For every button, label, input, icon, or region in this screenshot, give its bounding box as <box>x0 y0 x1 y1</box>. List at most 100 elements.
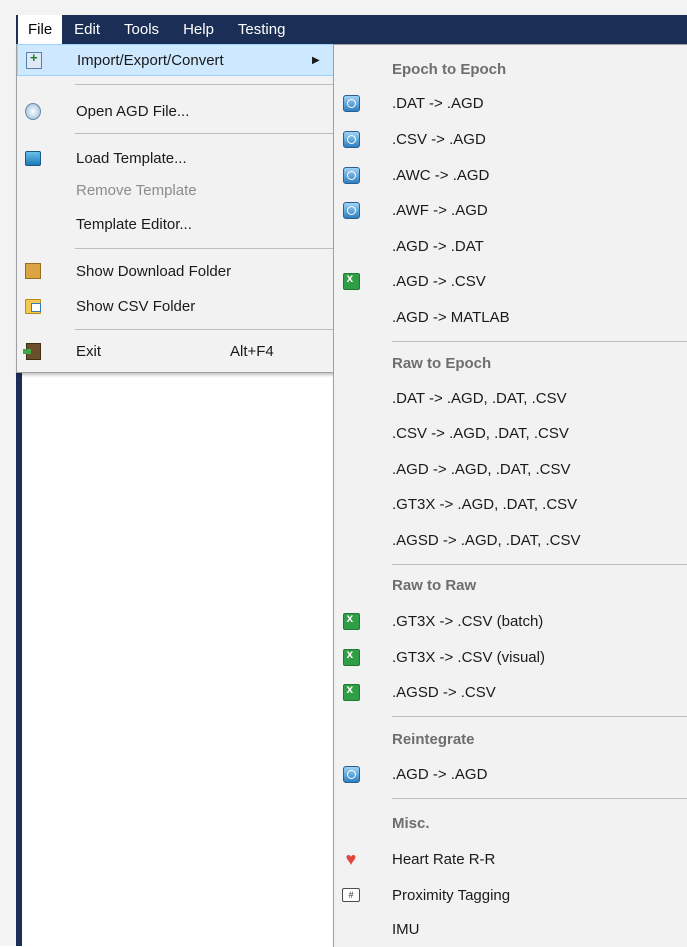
menu-testing[interactable]: Testing <box>226 15 298 44</box>
submenu-separator <box>392 564 687 565</box>
submenu-header-label: Raw to Raw <box>392 576 477 594</box>
submenu-item-label: .DAT -> .AGD, .DAT, .CSV <box>392 389 567 407</box>
submenu-item-agd-to-matlab[interactable]: .AGD -> MATLAB <box>334 301 687 333</box>
menu-item-template-editor[interactable]: Template Editor... <box>17 208 334 240</box>
template-icon <box>25 150 41 166</box>
menu-item-label: Template Editor... <box>76 215 192 233</box>
submenu-header-label: Epoch to Epoch <box>392 60 507 78</box>
submenu-item-label: .AGD -> .AGD <box>392 765 488 783</box>
heart-icon: ♥ <box>345 849 357 869</box>
exit-icon <box>22 342 41 360</box>
menu-help[interactable]: Help <box>171 15 226 44</box>
submenu-item-label: .CSV -> .AGD <box>392 130 486 148</box>
submenu-item-label: .AGD -> MATLAB <box>392 308 510 326</box>
menu-item-label: Exit <box>76 342 102 360</box>
menu-item-show-csv-folder[interactable]: Show CSV Folder <box>17 290 334 322</box>
menu-item-label: Remove Template <box>76 181 197 199</box>
globe-icon <box>342 765 360 783</box>
excel-icon <box>342 271 360 290</box>
menu-item-show-download-folder[interactable]: Show Download Folder <box>17 255 334 287</box>
import-export-submenu: Epoch to Epoch .DAT -> .AGD .CSV -> .AGD… <box>333 44 687 947</box>
submenu-item-heart-rate[interactable]: ♥ Heart Rate R-R <box>334 843 687 875</box>
submenu-header-epoch-to-epoch: Epoch to Epoch <box>334 53 687 85</box>
menu-item-label: Open AGD File... <box>76 102 190 120</box>
submenu-item-gt3x-csv-batch[interactable]: .GT3X -> .CSV (batch) <box>334 605 687 637</box>
submenu-item-label: .AGSD -> .AGD, .DAT, .CSV <box>392 531 581 549</box>
submenu-separator <box>392 341 687 342</box>
submenu-item-awc-to-agd[interactable]: .AWC -> .AGD <box>334 159 687 191</box>
menu-item-label: Show Download Folder <box>76 262 232 280</box>
submenu-item-dat-raw-to-epoch[interactable]: .DAT -> .AGD, .DAT, .CSV <box>334 382 687 414</box>
globe-icon <box>342 94 360 112</box>
submenu-item-label: Proximity Tagging <box>392 886 511 904</box>
import-icon <box>26 50 42 69</box>
submenu-item-agd-to-dat[interactable]: .AGD -> .DAT <box>334 230 687 262</box>
submenu-item-dat-to-agd[interactable]: .DAT -> .AGD <box>334 87 687 119</box>
submenu-header-label: Reintegrate <box>392 730 475 748</box>
menu-item-load-template[interactable]: Load Template... <box>17 142 334 174</box>
submenu-header-raw-to-raw: Raw to Raw <box>334 569 687 601</box>
menu-separator <box>75 133 333 134</box>
menu-edit[interactable]: Edit <box>62 15 112 44</box>
submenu-separator <box>392 716 687 717</box>
submenu-item-label: .AGD -> .CSV <box>392 272 486 290</box>
magnifier-icon <box>25 102 41 120</box>
submenu-header-label: Misc. <box>392 814 430 832</box>
submenu-item-label: .AWF -> .AGD <box>392 201 488 219</box>
submenu-item-csv-to-agd[interactable]: .CSV -> .AGD <box>334 123 687 155</box>
menu-item-shortcut: Alt+F4 <box>230 342 274 360</box>
submenu-item-gt3x-raw-to-epoch[interactable]: .GT3X -> .AGD, .DAT, .CSV <box>334 488 687 520</box>
submenu-header-label: Raw to Epoch <box>392 354 492 372</box>
client-area <box>22 370 342 946</box>
globe-icon <box>342 166 360 184</box>
submenu-item-label: .AGD -> .AGD, .DAT, .CSV <box>392 460 571 478</box>
submenu-item-proximity-tagging[interactable]: # Proximity Tagging <box>334 879 687 911</box>
file-menu-dropdown: Import/Export/Convert ▶ Open AGD File...… <box>16 44 335 373</box>
menu-tools[interactable]: Tools <box>112 15 171 44</box>
menu-separator <box>75 248 333 249</box>
menu-item-label: Import/Export/Convert <box>77 51 224 69</box>
app-window: File Edit Tools Help Testing Import/Expo… <box>0 0 687 947</box>
submenu-item-label: .DAT -> .AGD <box>392 94 484 112</box>
excel-icon <box>342 647 360 666</box>
submenu-arrow-icon: ▶ <box>312 54 320 66</box>
menu-separator <box>75 84 333 85</box>
submenu-separator <box>392 798 687 799</box>
submenu-item-imu[interactable]: IMU <box>334 913 687 945</box>
menu-item-exit[interactable]: Exit Alt+F4 <box>17 335 334 367</box>
menu-item-label: Show CSV Folder <box>76 297 196 315</box>
submenu-header-reintegrate: Reintegrate <box>334 723 687 755</box>
submenu-item-label: .AWC -> .AGD <box>392 166 490 184</box>
submenu-item-awf-to-agd[interactable]: .AWF -> .AGD <box>334 194 687 226</box>
box-icon <box>25 263 41 279</box>
submenu-item-label: IMU <box>392 920 420 938</box>
menu-item-import-export-convert[interactable]: Import/Export/Convert ▶ <box>17 44 334 76</box>
submenu-item-label: .AGD -> .DAT <box>392 237 484 255</box>
submenu-item-label: .GT3X -> .CSV (visual) <box>392 648 545 666</box>
submenu-item-label: .GT3X -> .AGD, .DAT, .CSV <box>392 495 578 513</box>
submenu-header-raw-to-epoch: Raw to Epoch <box>334 347 687 379</box>
menu-item-remove-template: Remove Template <box>17 174 334 206</box>
submenu-item-agd-raw-to-epoch[interactable]: .AGD -> .AGD, .DAT, .CSV <box>334 453 687 485</box>
submenu-item-label: .GT3X -> .CSV (batch) <box>392 612 544 630</box>
submenu-item-agsd-raw-to-epoch[interactable]: .AGSD -> .AGD, .DAT, .CSV <box>334 524 687 556</box>
submenu-item-gt3x-csv-visual[interactable]: .GT3X -> .CSV (visual) <box>334 641 687 673</box>
menu-file[interactable]: File <box>18 15 63 44</box>
excel-icon <box>342 611 360 630</box>
submenu-item-agd-to-csv[interactable]: .AGD -> .CSV <box>334 265 687 297</box>
menu-separator <box>75 329 333 330</box>
globe-icon <box>342 130 360 148</box>
submenu-item-label: .AGSD -> .CSV <box>392 683 496 701</box>
submenu-item-agd-reintegrate[interactable]: .AGD -> .AGD <box>334 758 687 790</box>
tag-icon: # <box>342 886 360 904</box>
submenu-item-agsd-csv[interactable]: .AGSD -> .CSV <box>334 676 687 708</box>
submenu-item-label: .CSV -> .AGD, .DAT, .CSV <box>392 424 569 442</box>
submenu-item-csv-raw-to-epoch[interactable]: .CSV -> .AGD, .DAT, .CSV <box>334 417 687 449</box>
menu-bar: File Edit Tools Help Testing <box>16 15 687 44</box>
submenu-header-misc: Misc. <box>334 807 687 839</box>
menu-item-open-agd-file[interactable]: Open AGD File... <box>17 95 334 127</box>
excel-icon <box>342 682 360 701</box>
menu-item-label: Load Template... <box>76 149 187 167</box>
submenu-item-label: Heart Rate R-R <box>392 850 496 868</box>
folder-icon <box>25 298 41 314</box>
